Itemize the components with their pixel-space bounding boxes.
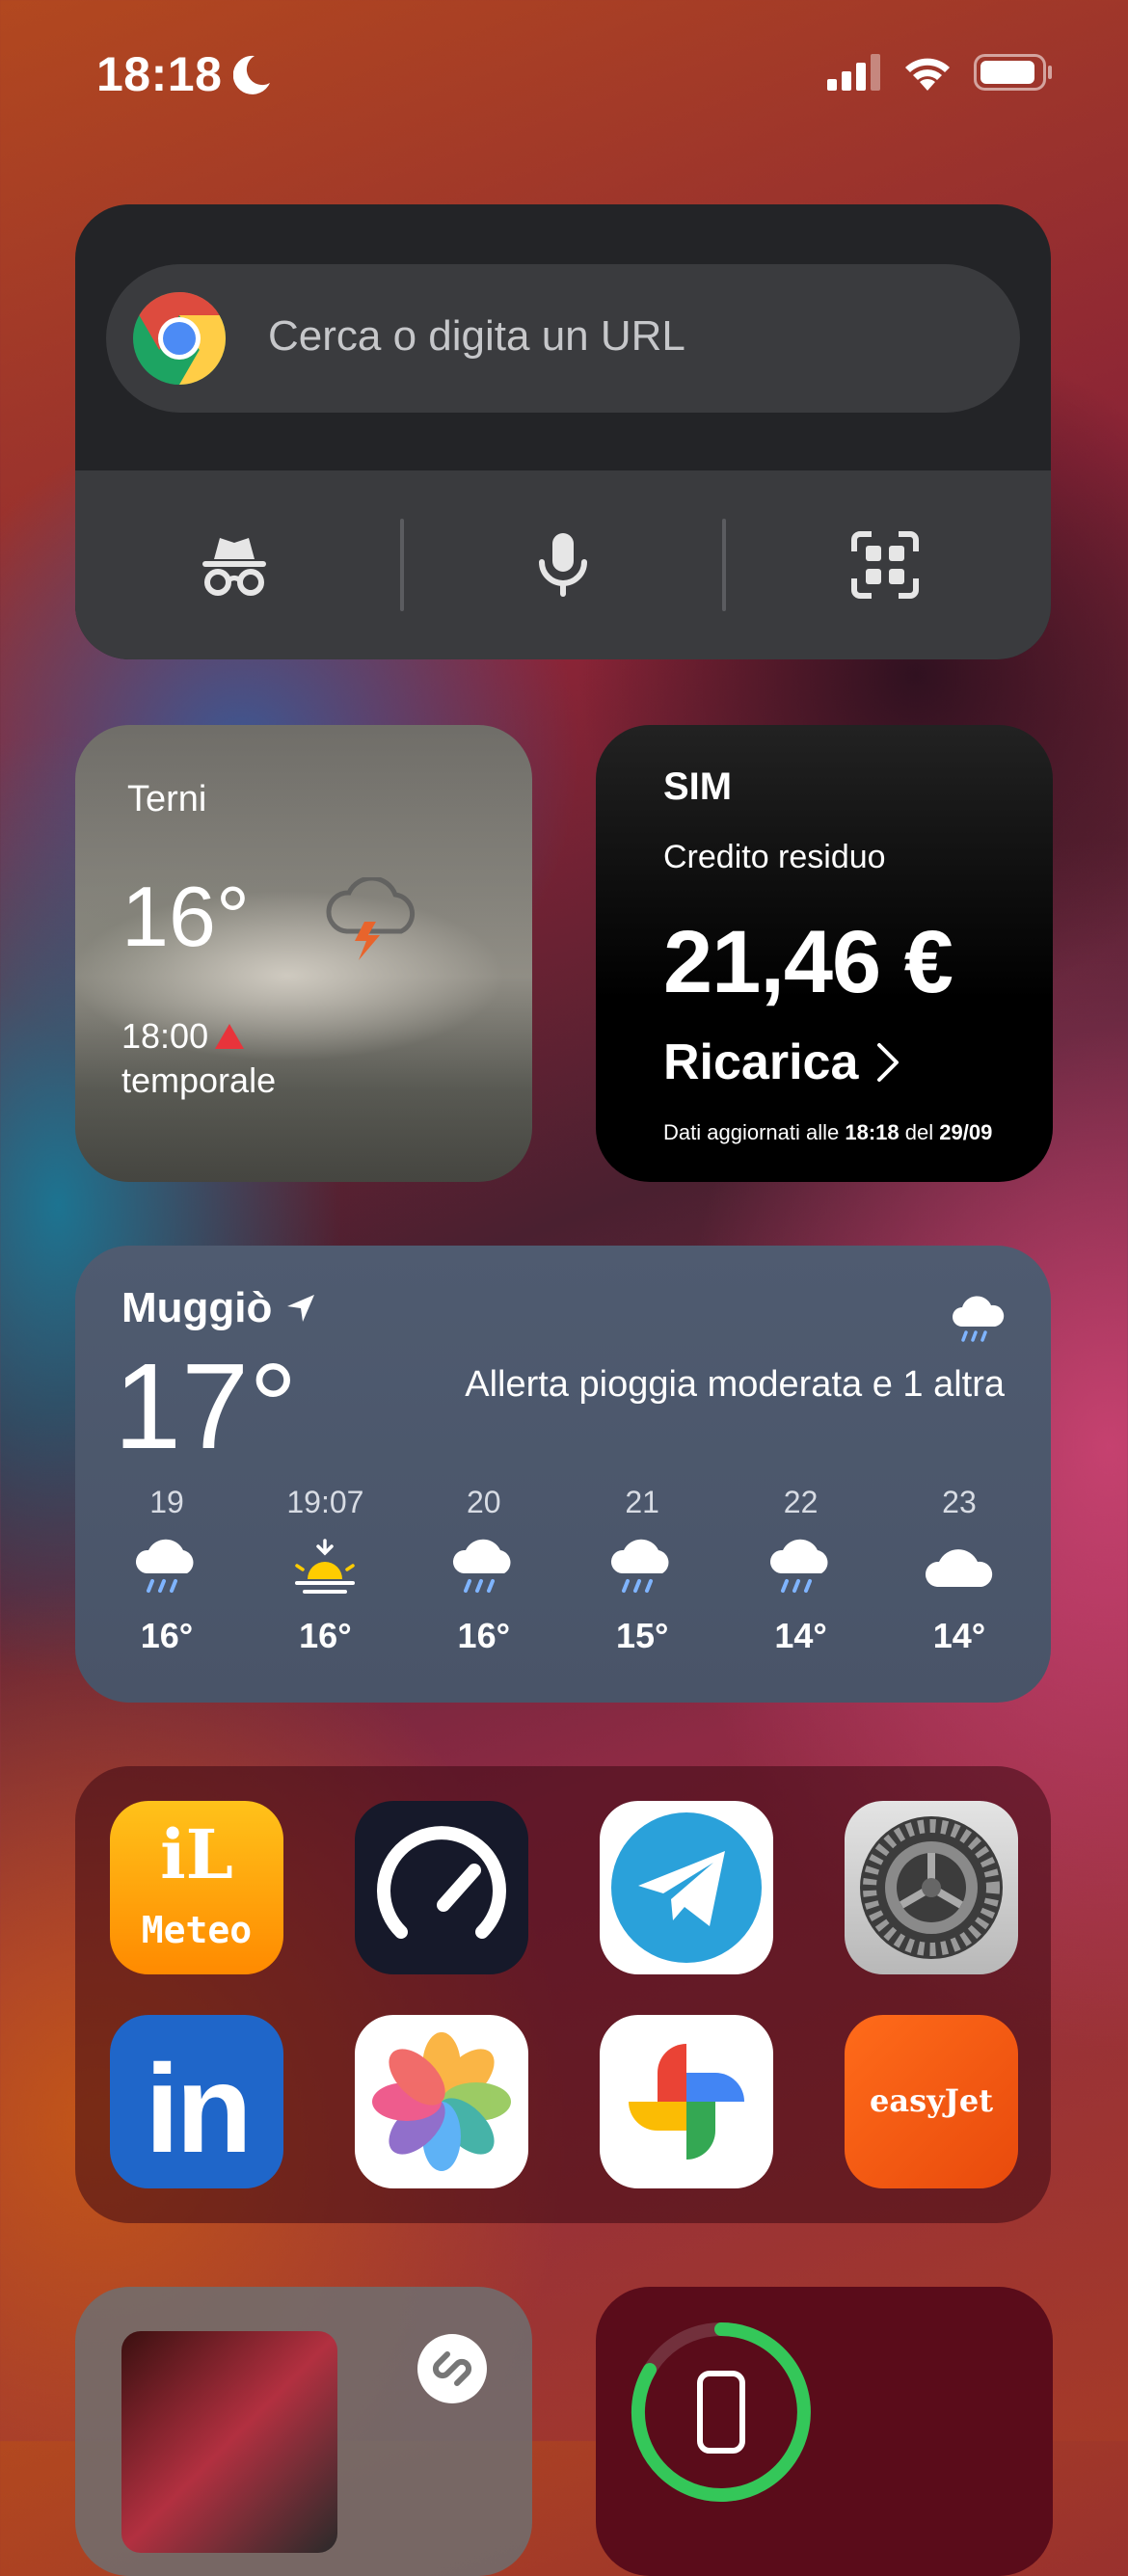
weather-condition: temporale (121, 1060, 277, 1100)
sim-updated-footer: Dati aggiornati alle 18:18 del 29/09 (663, 1120, 992, 1145)
voice-search-button[interactable] (404, 470, 722, 659)
qr-scan-button[interactable] (726, 470, 1044, 659)
rain-icon (608, 1537, 676, 1598)
rain-icon (450, 1537, 518, 1598)
hourly-item: 21 15° (570, 1485, 714, 1656)
hour-temperature: 14° (774, 1616, 827, 1655)
sim-credit-amount: 21,46 € (663, 913, 953, 1011)
moon-icon (233, 55, 270, 94)
shazam-icon (417, 2334, 487, 2403)
gear-icon (860, 1816, 1003, 1959)
footer-prefix: Dati aggiornati alle (663, 1120, 840, 1144)
rain-icon (133, 1537, 201, 1598)
hourly-item: 20 16° (412, 1485, 556, 1656)
album-art (121, 2331, 337, 2553)
sim-credit-label: Credito residuo (663, 839, 886, 875)
shazam-widget[interactable] (75, 2287, 532, 2576)
app-photos[interactable] (355, 2015, 528, 2188)
ilmeteo-logo-top: iL (160, 1814, 233, 1894)
footer-time: 18:18 (845, 1120, 900, 1144)
cellular-signal-icon (827, 54, 880, 91)
photos-flower-icon (372, 2032, 511, 2171)
incognito-icon (202, 538, 266, 596)
hourly-item: 23 14° (887, 1485, 1032, 1656)
battery-ring (631, 2322, 811, 2502)
app-google-photos[interactable] (600, 2015, 773, 2188)
hour-label: 23 (942, 1485, 977, 1519)
sunset-icon (291, 1537, 359, 1598)
hour-label: 19 (149, 1485, 184, 1519)
qr-scan-icon (851, 531, 919, 599)
weather-temperature: 17° (114, 1338, 298, 1474)
chrome-search-bar[interactable]: Cerca o digita un URL (106, 264, 1020, 413)
cloud-icon (925, 1537, 993, 1598)
search-placeholder: Cerca o digita un URL (268, 312, 685, 360)
chrome-logo-icon (133, 292, 227, 385)
rain-icon (767, 1537, 835, 1598)
weather-widget-large[interactable]: Muggiò 17° Allerta pioggia moderata e 1 … (75, 1246, 1051, 1703)
linkedin-logo: in (145, 2038, 253, 2179)
footer-mid: del (904, 1120, 934, 1144)
thunderstorm-cloud-icon (326, 877, 416, 960)
microphone-icon (539, 533, 587, 597)
app-easyjet[interactable]: easyJet (845, 2015, 1018, 2188)
pinwheel-icon (629, 2044, 744, 2160)
hourly-item: 19:07 16° (253, 1485, 397, 1656)
weather-temperature: 16° (121, 869, 251, 964)
wifi-icon (905, 58, 950, 91)
weather-alert: Allerta pioggia moderata e 1 altra (465, 1364, 1005, 1405)
warning-triangle-icon (215, 1024, 245, 1049)
hourly-item: 22 14° (729, 1485, 873, 1656)
hour-temperature: 14° (932, 1616, 986, 1655)
phone-icon (697, 2371, 745, 2454)
chrome-shortcuts (75, 470, 1051, 659)
app-settings[interactable] (845, 1801, 1018, 1974)
recharge-link[interactable]: Ricarica (663, 1033, 900, 1091)
weather-city: Terni (127, 779, 207, 819)
hour-temperature: 15° (615, 1616, 669, 1655)
rain-cloud-icon (953, 1296, 1005, 1342)
battery-widget[interactable] (596, 2287, 1053, 2576)
hour-temperature: 16° (299, 1616, 352, 1655)
app-linkedin[interactable]: in (110, 2015, 283, 2188)
ilmeteo-logo-bottom: Meteo (141, 1909, 253, 1951)
hour-label: 19:07 (286, 1485, 364, 1519)
easyjet-logo: easyJet (870, 2082, 993, 2119)
hour-label: 21 (625, 1485, 659, 1519)
app-stack-widget: iL Meteo in easyJet (75, 1766, 1051, 2223)
battery-icon (974, 54, 1052, 91)
weather-widget-small[interactable]: Terni 16° 18:00 temporale (75, 725, 532, 1182)
weather-location: Muggiò (121, 1284, 316, 1332)
hourly-forecast: 19 16° 19:07 16° 20 16° 21 15° 22 14° 23 14° (94, 1485, 1032, 1656)
app-telegram[interactable] (600, 1801, 773, 1974)
hour-label: 20 (466, 1485, 501, 1519)
chevron-right-icon (877, 1043, 900, 1082)
hourly-item: 19 16° (94, 1485, 239, 1656)
status-time: 18:18 (96, 47, 223, 101)
incognito-button[interactable] (75, 470, 393, 659)
speedometer-icon (377, 1826, 506, 1939)
sim-title: SIM (663, 765, 733, 808)
status-icons (827, 54, 1053, 91)
recharge-label: Ricarica (663, 1034, 859, 1090)
weather-city: Muggiò (121, 1284, 273, 1331)
forecast-time-label: 18:00 (121, 1016, 209, 1056)
forecast-time: 18:00 (121, 1016, 245, 1057)
hour-label: 22 (783, 1485, 819, 1519)
sim-credit-widget[interactable]: SIM Credito residuo 21,46 € Ricarica Dat… (596, 725, 1053, 1182)
chrome-widget: Cerca o digita un URL (75, 204, 1051, 659)
hour-temperature: 16° (457, 1616, 510, 1655)
telegram-icon (611, 1812, 762, 1963)
location-arrow-icon (287, 1295, 315, 1322)
app-speedtest[interactable] (355, 1801, 528, 1974)
hour-temperature: 16° (140, 1616, 194, 1655)
app-ilmeteo[interactable]: iL Meteo (110, 1801, 283, 1974)
footer-date: 29/09 (939, 1120, 993, 1144)
